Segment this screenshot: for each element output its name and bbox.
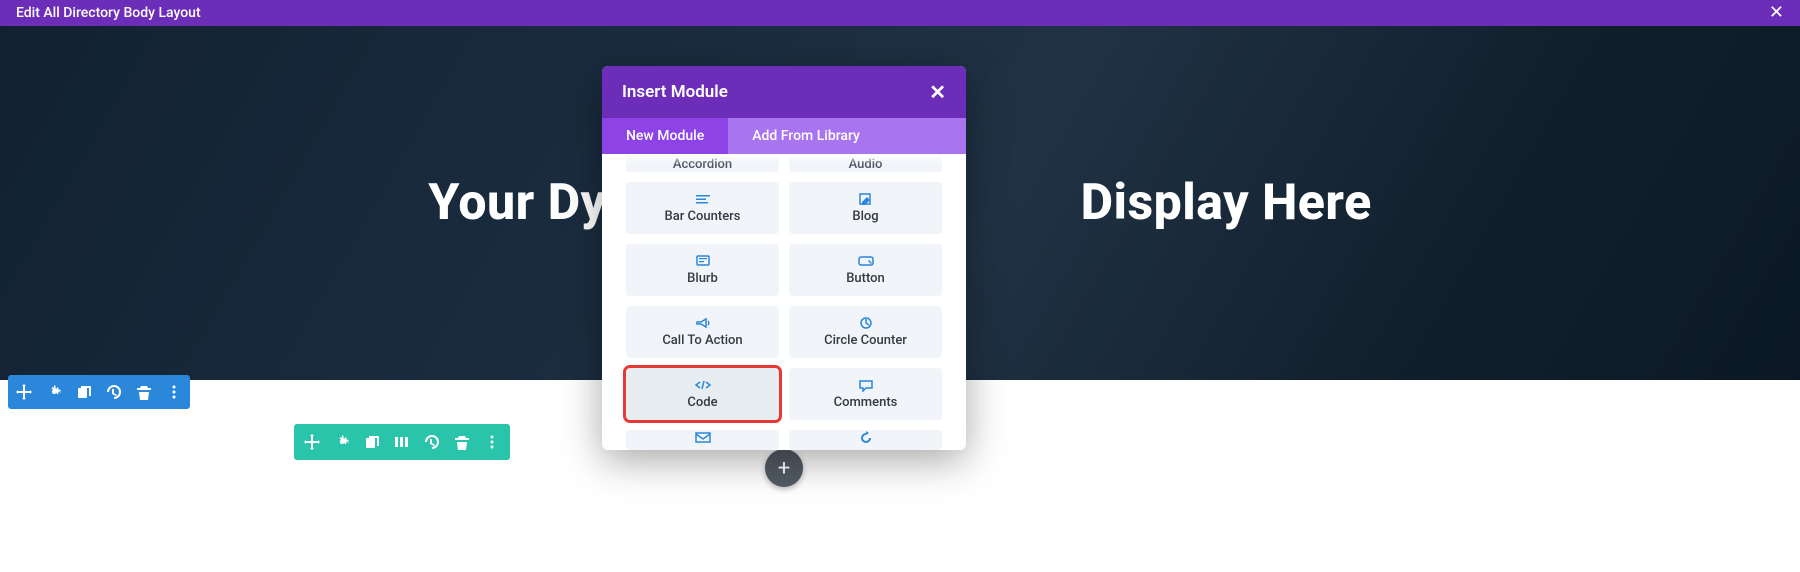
module-label: Circle Counter: [824, 333, 907, 348]
delete-icon[interactable]: [454, 434, 470, 450]
bars-icon: [694, 192, 712, 206]
gear-icon[interactable]: [46, 384, 62, 400]
module-comments[interactable]: Comments: [789, 368, 942, 420]
module-label: Audio: [849, 157, 883, 172]
module-call-to-action[interactable]: Call To Action: [626, 306, 779, 358]
comment-icon: [857, 378, 875, 392]
move-icon[interactable]: [16, 384, 32, 400]
tab-add-from-library[interactable]: Add From Library: [728, 118, 966, 154]
page-title: Edit All Directory Body Layout: [16, 5, 201, 21]
module-blurb[interactable]: Blurb: [626, 244, 779, 296]
more-icon[interactable]: [166, 384, 182, 400]
module-code[interactable]: Code: [626, 368, 779, 420]
button-icon: [857, 254, 875, 268]
edit-icon: [857, 192, 875, 206]
save-icon[interactable]: [424, 434, 440, 450]
module-bar-counters[interactable]: Bar Counters: [626, 182, 779, 234]
module-label: Accordion: [673, 157, 732, 172]
module-label: Button: [846, 271, 885, 286]
more-icon[interactable]: [484, 434, 500, 450]
blurb-icon: [694, 254, 712, 268]
close-editor-button[interactable]: ✕: [1769, 4, 1784, 22]
close-modal-button[interactable]: ✕: [929, 80, 946, 104]
module-label: Bar Counters: [665, 209, 741, 224]
rotate-icon: [857, 430, 875, 444]
module-partial-mail[interactable]: [626, 430, 779, 450]
tab-new-module[interactable]: New Module: [602, 118, 728, 154]
megaphone-icon: [694, 316, 712, 330]
hero-title-right: Display Here: [1081, 174, 1372, 232]
section-toolbar: [8, 375, 190, 409]
module-grid: Accordion Audio Bar Counters Blog Blurb …: [626, 154, 942, 450]
module-label: Code: [687, 395, 717, 410]
insert-module-modal: Insert Module ✕ New Module Add From Libr…: [602, 66, 966, 450]
module-button[interactable]: Button: [789, 244, 942, 296]
modal-title: Insert Module: [622, 82, 728, 102]
code-icon: [694, 378, 712, 392]
duplicate-icon[interactable]: [364, 434, 380, 450]
module-audio[interactable]: Audio: [789, 154, 942, 172]
gear-icon[interactable]: [334, 434, 350, 450]
circle-icon: [857, 316, 875, 330]
row-toolbar: [294, 424, 510, 460]
module-label: Blurb: [687, 271, 718, 286]
mail-icon: [694, 430, 712, 444]
module-label: Call To Action: [662, 333, 742, 348]
top-bar: Edit All Directory Body Layout ✕: [0, 0, 1800, 26]
columns-icon[interactable]: [394, 434, 410, 450]
module-blog[interactable]: Blog: [789, 182, 942, 234]
module-label: Blog: [852, 209, 878, 224]
modal-body: Accordion Audio Bar Counters Blog Blurb …: [602, 154, 966, 450]
module-circle-counter[interactable]: Circle Counter: [789, 306, 942, 358]
add-section-button[interactable]: +: [765, 449, 803, 487]
move-icon[interactable]: [304, 434, 320, 450]
module-partial-rotate[interactable]: [789, 430, 942, 450]
delete-icon[interactable]: [136, 384, 152, 400]
module-label: Comments: [834, 395, 898, 410]
modal-tabs: New Module Add From Library: [602, 118, 966, 154]
module-accordion[interactable]: Accordion: [626, 154, 779, 172]
save-icon[interactable]: [106, 384, 122, 400]
modal-header: Insert Module ✕: [602, 66, 966, 118]
duplicate-icon[interactable]: [76, 384, 92, 400]
